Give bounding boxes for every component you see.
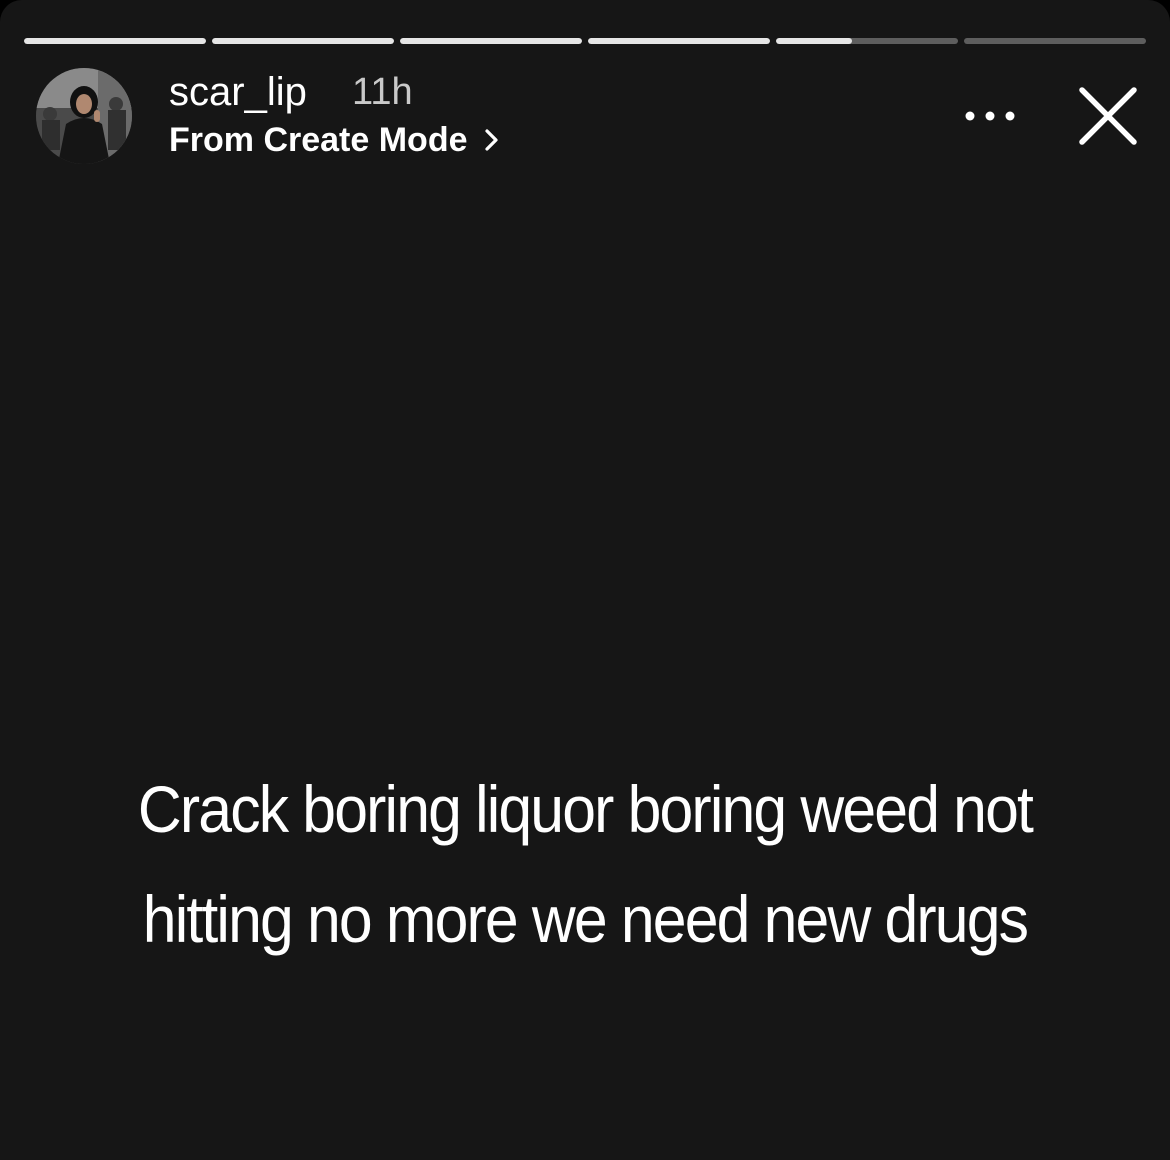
progress-segment [400, 38, 582, 44]
story-timestamp: 11h [352, 71, 413, 113]
username[interactable]: scar_lip [169, 66, 307, 118]
story-viewer[interactable]: scar_lip 11h From Create Mode Crack bori… [0, 0, 1170, 1160]
create-mode-label: From Create Mode [169, 121, 468, 159]
progress-segment [776, 38, 958, 44]
avatar-photo [36, 68, 132, 164]
more-options-button[interactable] [962, 100, 1018, 132]
chevron-right-icon [484, 129, 498, 151]
create-mode-link[interactable]: From Create Mode [169, 117, 504, 163]
close-icon [1079, 87, 1137, 145]
progress-segment [212, 38, 394, 44]
progress-segment [24, 38, 206, 44]
more-options-icon [965, 111, 1015, 121]
story-progress-bar [24, 38, 1146, 44]
progress-segment [588, 38, 770, 44]
story-caption: Crack boring liquor boring weed not hitt… [137, 772, 1034, 956]
close-button[interactable] [1074, 82, 1142, 150]
progress-segment [964, 38, 1146, 44]
avatar[interactable] [36, 68, 132, 164]
